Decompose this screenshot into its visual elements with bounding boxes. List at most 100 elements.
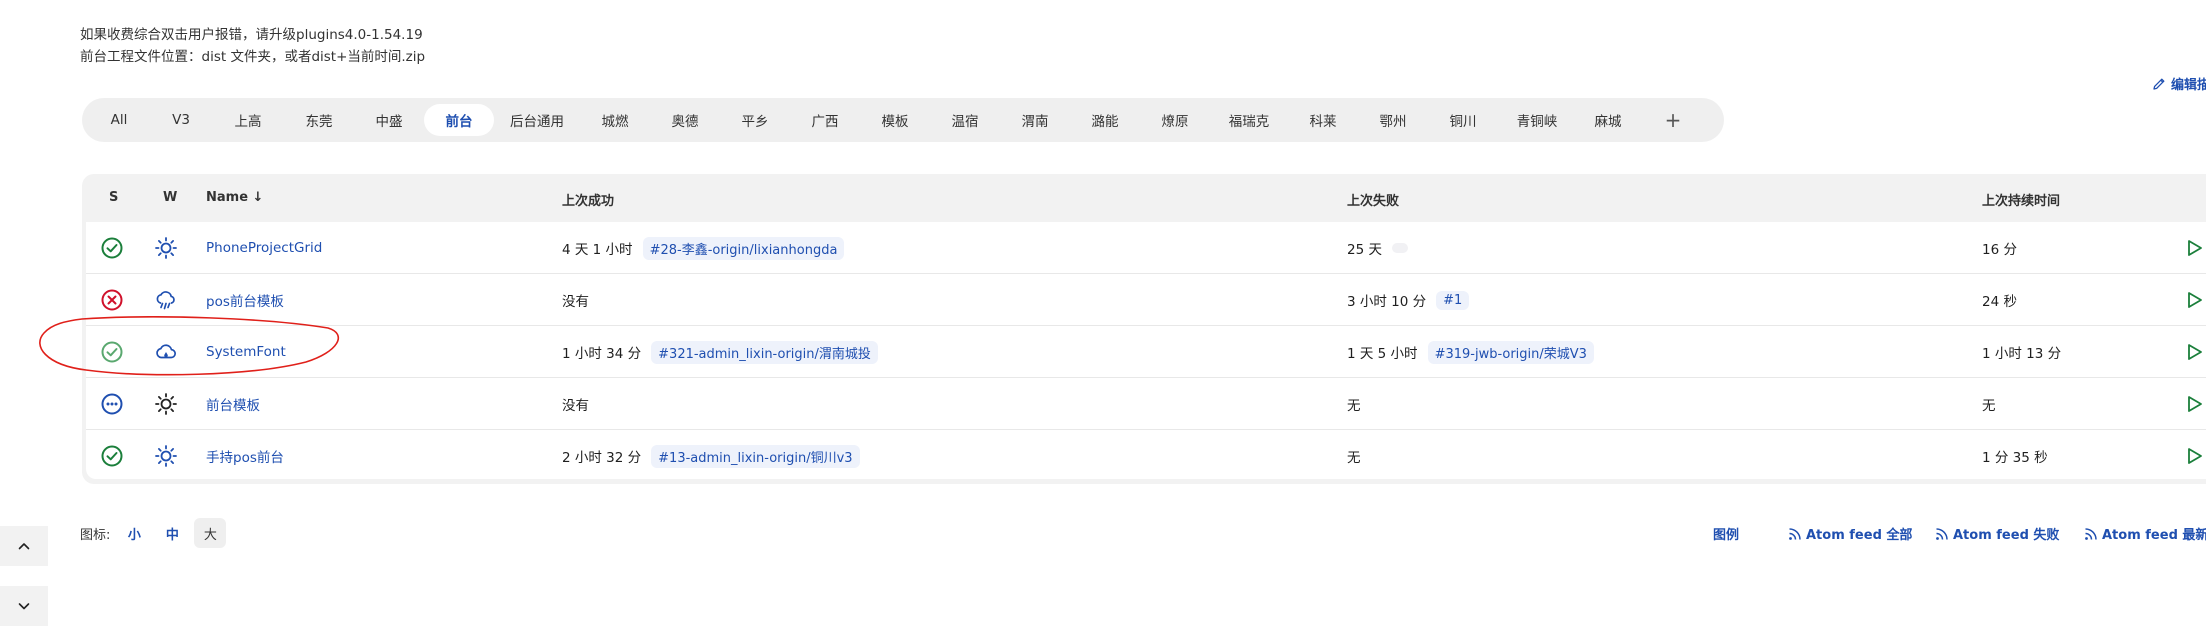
header-name[interactable]: Name ↓ [206,190,263,205]
tab-guangxi[interactable]: 广西 [790,104,860,136]
tab-qingtongxia[interactable]: 青铜峡 [1498,104,1576,136]
status-cell [100,430,124,479]
tab-macheng[interactable]: 麻城 [1576,104,1640,136]
header-weather[interactable]: W [163,190,177,205]
table-row: 前台模板 没有 无 无 [86,378,2206,430]
view-tabs: All V3 上高 东莞 中盛 前台 后台通用 城燃 奥德 平乡 广西 模板 温… [82,98,1724,142]
weather-cell [154,378,178,430]
last-failure-time: 25 天 [1347,242,1382,258]
chevron-down-icon [18,603,30,610]
job-name-link[interactable]: 手持pos前台 [206,446,284,466]
atom-feed-latest-label: Atom feed 最新的构 [2102,528,2206,543]
sunny-weather-icon [155,237,177,259]
cloudy-weather-icon [156,344,176,359]
status-cell [100,274,124,326]
icon-size-medium[interactable]: 中 [156,518,188,548]
header-status[interactable]: S [109,190,118,205]
tab-shanggao[interactable]: 上高 [212,104,284,136]
tab-weinan[interactable]: 渭南 [1000,104,1070,136]
last-success-time: 4 天 1 小时 [562,242,633,258]
tab-aode[interactable]: 奥德 [650,104,720,136]
tab-v3[interactable]: V3 [150,104,212,136]
tab-liaoyuan[interactable]: 燎原 [1140,104,1210,136]
last-duration: 1 分 35 秒 [1982,450,2048,466]
last-success-time: 没有 [562,294,589,310]
add-view-button[interactable]: + [1640,104,1706,136]
table-row: pos前台模板 没有 3 小时 10 分 #1 24 秒 [86,274,2206,326]
atom-feed-all-label: Atom feed 全部 [1806,528,1913,543]
scroll-down-button[interactable] [0,586,48,626]
last-failure-time: 3 小时 10 分 [1347,294,1427,310]
schedule-build-play-icon[interactable] [2184,394,2204,414]
rain-weather-icon [156,291,175,310]
weather-cell [154,326,178,378]
last-success-build-link[interactable]: #28-李鑫-origin/lixianhongda [642,236,845,260]
tab-tongchuan[interactable]: 铜川 [1428,104,1498,136]
header-last-duration[interactable]: 上次持续时间 [1982,190,2060,209]
schedule-build-play-icon[interactable] [2184,290,2204,310]
notice-line-1: 如果收费综合双击用户报错，请升级plugins4.0-1.54.19 [80,27,423,43]
icon-size-large[interactable]: 大 [194,518,227,548]
last-success-time: 2 小时 32 分 [562,450,642,466]
rss-icon [1789,527,1801,540]
tab-luneng[interactable]: 潞能 [1070,104,1140,136]
last-failure-build-link[interactable] [1391,243,1408,253]
atom-feed-all-link[interactable]: Atom feed 全部 [1788,524,1912,543]
weather-cell [154,222,178,274]
jobs-table: S W Name ↓ 上次成功 上次失败 上次持续时间 PhoneProject… [82,174,2206,484]
last-duration: 16 分 [1982,242,2017,258]
tab-furuike[interactable]: 福瑞克 [1210,104,1288,136]
last-success-build-link[interactable]: #321-admin_lixin-origin/渭南城投 [651,340,878,364]
atom-feed-latest-link[interactable]: Atom feed 最新的构 [2084,524,2206,543]
last-failure-build-link[interactable]: #1 [1436,290,1470,310]
schedule-build-play-icon[interactable] [2184,238,2204,258]
last-duration: 24 秒 [1982,294,2017,310]
sunny-weather-icon [155,393,177,415]
tab-all[interactable]: All [88,104,150,136]
atom-feed-failed-label: Atom feed 失败 [1953,528,2060,543]
scroll-up-button[interactable] [0,526,48,566]
last-failure-build-link[interactable]: #319-jwb-origin/荣城V3 [1427,340,1594,364]
job-name-link[interactable]: 前台模板 [206,394,260,414]
pencil-icon [2153,78,2165,90]
failed-x-icon [101,289,123,311]
header-last-failure[interactable]: 上次失败 [1347,190,1399,209]
last-success-time: 没有 [562,398,589,414]
tab-kelai[interactable]: 科莱 [1288,104,1358,136]
status-cell [100,326,124,378]
tab-houtai-tongyong[interactable]: 后台通用 [494,104,580,136]
tab-qiantai[interactable]: 前台 [424,104,494,136]
sunny-weather-icon [155,445,177,467]
icon-size-selector: 图标: 小 中 大 [80,518,227,548]
notice-line-2: 前台工程文件位置：dist 文件夹，或者dist+当前时间.zip [80,49,426,65]
edit-description-link[interactable]: 编辑描 [2151,74,2206,93]
atom-feed-failed-link[interactable]: Atom feed 失败 [1935,524,2059,543]
legend-link[interactable]: 图例 [1713,524,1739,543]
icon-size-small[interactable]: 小 [118,518,150,548]
last-success-build-link[interactable]: #13-admin_lixin-origin/铜川v3 [651,444,860,468]
chevron-up-icon [18,543,30,550]
success-check-icon [101,445,123,467]
last-failure-time: 无 [1347,450,1361,466]
schedule-build-play-icon[interactable] [2184,342,2204,362]
job-name-link[interactable]: SystemFont [206,344,286,360]
last-failure-time: 1 天 5 小时 [1347,346,1418,362]
job-name-link[interactable]: pos前台模板 [206,290,284,310]
tab-zhongsheng[interactable]: 中盛 [354,104,424,136]
not-built-ellipsis-icon [101,393,123,415]
jenkins-dashboard: 如果收费综合双击用户报错，请升级plugins4.0-1.54.19 前台工程文… [0,0,2206,638]
success-check-icon [101,341,123,363]
header-last-success[interactable]: 上次成功 [562,190,614,209]
schedule-build-play-icon[interactable] [2184,446,2204,466]
description-notice: 如果收费综合双击用户报错，请升级plugins4.0-1.54.19 前台工程文… [80,24,425,68]
tab-dongguan[interactable]: 东莞 [284,104,354,136]
tab-pingxiang[interactable]: 平乡 [720,104,790,136]
tab-chengran[interactable]: 城燃 [580,104,650,136]
tab-wensu[interactable]: 温宿 [930,104,1000,136]
table-row: SystemFont 1 小时 34 分 #321-admin_lixin-or… [86,326,2206,378]
tab-ezhou[interactable]: 鄂州 [1358,104,1428,136]
legend-label: 图例 [1713,528,1740,543]
last-duration: 1 小时 13 分 [1982,346,2062,362]
job-name-link[interactable]: PhoneProjectGrid [206,240,322,256]
tab-muban[interactable]: 模板 [860,104,930,136]
